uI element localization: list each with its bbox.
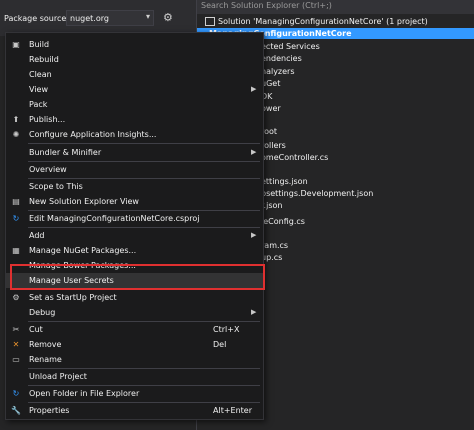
insights-icon: ✺ bbox=[12, 130, 20, 139]
menu-item-debug[interactable]: Debug ▶ bbox=[6, 305, 263, 320]
highlight-box bbox=[10, 264, 265, 290]
tree-item[interactable]: ower bbox=[261, 103, 474, 114]
build-icon: ▣ bbox=[12, 40, 20, 49]
menu-item-edit-csproj[interactable]: ↻ Edit ManagingConfigurationNetCore.cspro… bbox=[6, 211, 263, 226]
menu-item-cut[interactable]: ✂ Cut Ctrl+X bbox=[6, 322, 263, 337]
tree-item[interactable]: leConfig.cs bbox=[261, 216, 474, 227]
package-source-value: nuget.org bbox=[70, 14, 109, 23]
tree-item[interactable]: DK bbox=[261, 91, 474, 102]
menu-item-set-startup[interactable]: ⚙ Set as StartUp Project bbox=[6, 290, 263, 305]
menu-item-bundler-minifier[interactable]: Bundler & Minifier ▶ bbox=[6, 145, 263, 160]
menu-item-publish[interactable]: ⬆ Publish... bbox=[6, 112, 263, 127]
tree-item[interactable]: root bbox=[261, 126, 474, 137]
publish-icon: ⬆ bbox=[12, 115, 20, 124]
edit-icon: ↻ bbox=[12, 214, 20, 223]
package-source-label: Package source: bbox=[4, 14, 69, 23]
menu-item-open-folder[interactable]: ↻ Open Folder in File Explorer bbox=[6, 386, 263, 401]
menu-item-remove[interactable]: ✕ Remove Del bbox=[6, 337, 263, 352]
package-source-select[interactable]: nuget.org ▾ bbox=[66, 10, 154, 26]
menu-item-build[interactable]: ▣ Build bbox=[6, 37, 263, 52]
submenu-arrow-icon: ▶ bbox=[251, 148, 257, 156]
menu-item-rename[interactable]: ▭ Rename bbox=[6, 352, 263, 367]
submenu-arrow-icon: ▶ bbox=[251, 85, 257, 93]
menu-item-properties[interactable]: 🔧 Properties Alt+Enter bbox=[6, 403, 263, 418]
menu-item-unload-project[interactable]: Unload Project bbox=[6, 369, 263, 384]
menu-item-new-solution-explorer-view[interactable]: ▤ New Solution Explorer View bbox=[6, 194, 263, 209]
tree-item-solution[interactable]: Solution 'ManagingConfigurationNetCore' … bbox=[205, 16, 474, 27]
package-source-bar: Package source: nuget.org ▾ ⚙ bbox=[0, 0, 196, 36]
open-folder-icon: ↻ bbox=[12, 389, 20, 398]
close-icon: ✕ bbox=[12, 340, 20, 349]
menu-item-configure-insights[interactable]: ✺ Configure Application Insights... bbox=[6, 127, 263, 142]
tree-item[interactable]: nalyzers bbox=[261, 66, 474, 77]
solution-icon bbox=[205, 17, 215, 26]
search-placeholder: Search Solution Explorer (Ctrl+;) bbox=[201, 1, 332, 10]
tree-item[interactable]: ected Services bbox=[261, 41, 474, 52]
scissors-icon: ✂ bbox=[12, 325, 20, 334]
tree-item[interactable]: rollers bbox=[261, 140, 474, 151]
solution-explorer-search[interactable]: Search Solution Explorer (Ctrl+;) bbox=[197, 0, 474, 14]
context-menu: ▣ Build Rebuild Clean View ▶ Pack ⬆ Publish… bbox=[5, 32, 264, 420]
rename-icon: ▭ bbox=[12, 355, 20, 364]
menu-item-manage-nuget[interactable]: ▦ Manage NuGet Packages... bbox=[6, 243, 263, 258]
submenu-arrow-icon: ▶ bbox=[251, 231, 257, 239]
menu-item-view[interactable]: View ▶ bbox=[6, 82, 263, 97]
menu-item-scope-to-this[interactable]: Scope to This bbox=[6, 179, 263, 194]
submenu-arrow-icon: ▶ bbox=[251, 308, 257, 316]
tree-item[interactable]: up.cs bbox=[261, 252, 474, 263]
tree-item[interactable]: r.json bbox=[261, 200, 474, 211]
tree-item[interactable]: omeController.cs bbox=[261, 152, 474, 163]
menu-item-pack[interactable]: Pack bbox=[6, 97, 263, 112]
settings-icon: ⚙ bbox=[12, 293, 20, 302]
tree-item[interactable]: uGet bbox=[261, 78, 474, 89]
tree-item[interactable]: psettings.Development.json bbox=[261, 188, 474, 199]
menu-item-add[interactable]: Add ▶ bbox=[6, 228, 263, 243]
new-view-icon: ▤ bbox=[12, 197, 20, 206]
nuget-icon: ▦ bbox=[12, 246, 20, 255]
menu-item-clean[interactable]: Clean bbox=[6, 67, 263, 82]
tree-item[interactable]: ram.cs bbox=[261, 240, 474, 251]
chevron-down-icon: ▾ bbox=[145, 12, 150, 21]
menu-separator bbox=[28, 143, 260, 144]
wrench-icon: 🔧 bbox=[11, 406, 21, 415]
tree-item[interactable]: ettings.json bbox=[261, 176, 474, 187]
gear-icon[interactable]: ⚙ bbox=[163, 11, 173, 24]
menu-item-rebuild[interactable]: Rebuild bbox=[6, 52, 263, 67]
tree-item[interactable]: endencies bbox=[261, 53, 474, 64]
menu-item-overview[interactable]: Overview bbox=[6, 162, 263, 177]
